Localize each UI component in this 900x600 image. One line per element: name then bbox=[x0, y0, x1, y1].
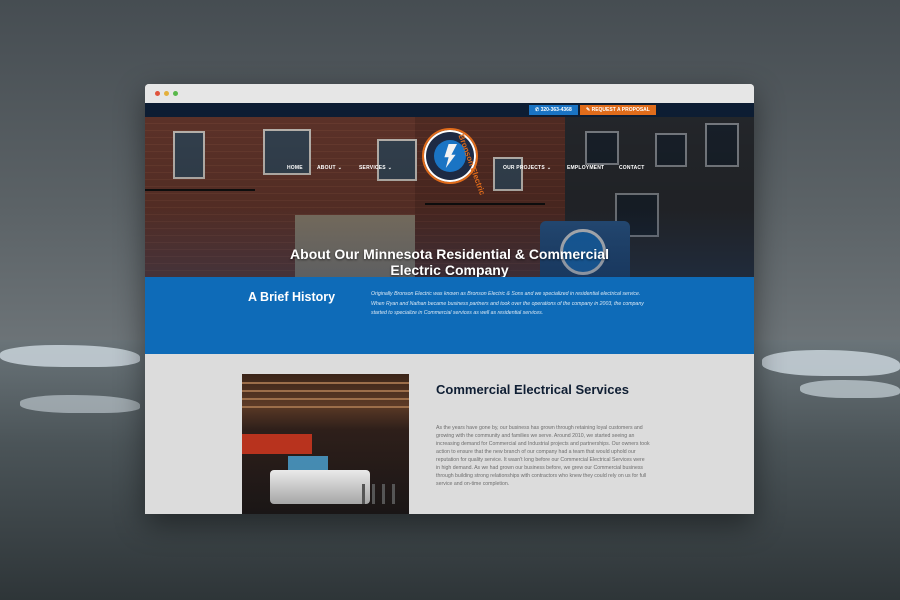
section-body: As the years have gone by, our business … bbox=[436, 425, 650, 487]
nav-item-services[interactable]: SERVICES ⌄ bbox=[359, 165, 392, 171]
ice-floe bbox=[20, 395, 140, 413]
history-section: A Brief History Originally Bronson Elect… bbox=[145, 277, 754, 354]
browser-window: ✆ 320-363-4368 ✎ REQUEST A PROPOSAL Bron… bbox=[145, 84, 754, 514]
phone-button[interactable]: ✆ 320-363-4368 bbox=[529, 105, 578, 115]
history-text: Originally Bronson Electric was known as… bbox=[371, 291, 644, 316]
ice-floe bbox=[800, 380, 900, 398]
ceiling-beam bbox=[242, 382, 409, 384]
ceiling-beam bbox=[242, 390, 409, 392]
minimize-dot[interactable] bbox=[164, 91, 169, 96]
page-title-line-1: About Our Minnesota Residential & Commer… bbox=[290, 246, 609, 262]
ice-floe bbox=[0, 345, 140, 367]
ceiling-beam bbox=[242, 406, 409, 408]
chevron-down-icon: ⌄ bbox=[337, 165, 343, 171]
service-counter bbox=[270, 470, 370, 504]
commercial-project-photo bbox=[242, 374, 409, 514]
top-bar: ✆ 320-363-4368 ✎ REQUEST A PROPOSAL bbox=[145, 103, 754, 117]
ceiling-beam bbox=[242, 398, 409, 400]
page-title: About Our Minnesota Residential & Commer… bbox=[145, 246, 754, 277]
red-wall bbox=[242, 434, 312, 454]
nav-item-home[interactable]: HOME bbox=[287, 165, 303, 171]
hero-section: ✆ 320-363-4368 ✎ REQUEST A PROPOSAL Bron… bbox=[145, 103, 754, 277]
nav-item-contact[interactable]: CONTACT bbox=[619, 165, 644, 171]
chevron-down-icon: ⌄ bbox=[546, 165, 552, 171]
proposal-label: REQUEST A PROPOSAL bbox=[591, 107, 650, 113]
page-title-line-2: Electric Company bbox=[390, 262, 509, 277]
section-title: Commercial Electrical Services bbox=[436, 382, 629, 397]
request-proposal-button[interactable]: ✎ REQUEST A PROPOSAL bbox=[580, 105, 656, 115]
phone-number: 320-363-4368 bbox=[540, 107, 572, 113]
commercial-section: Commercial Electrical Services As the ye… bbox=[145, 354, 754, 514]
nav-item-about[interactable]: ABOUT ⌄ bbox=[317, 165, 342, 171]
maximize-dot[interactable] bbox=[173, 91, 178, 96]
nav-item-our-projects[interactable]: OUR PROJECTS ⌄ bbox=[503, 165, 551, 171]
close-dot[interactable] bbox=[155, 91, 160, 96]
browser-chrome bbox=[145, 84, 754, 103]
chevron-down-icon: ⌄ bbox=[387, 165, 393, 171]
bar-stools bbox=[362, 484, 402, 504]
nav-item-employment[interactable]: EMPLOYMENT bbox=[567, 165, 604, 171]
main-nav: HOME ABOUT ⌄ SERVICES ⌄ OUR PROJECTS ⌄ EMPL… bbox=[145, 165, 754, 175]
ice-floe bbox=[762, 350, 900, 376]
history-heading: A Brief History bbox=[248, 290, 336, 304]
